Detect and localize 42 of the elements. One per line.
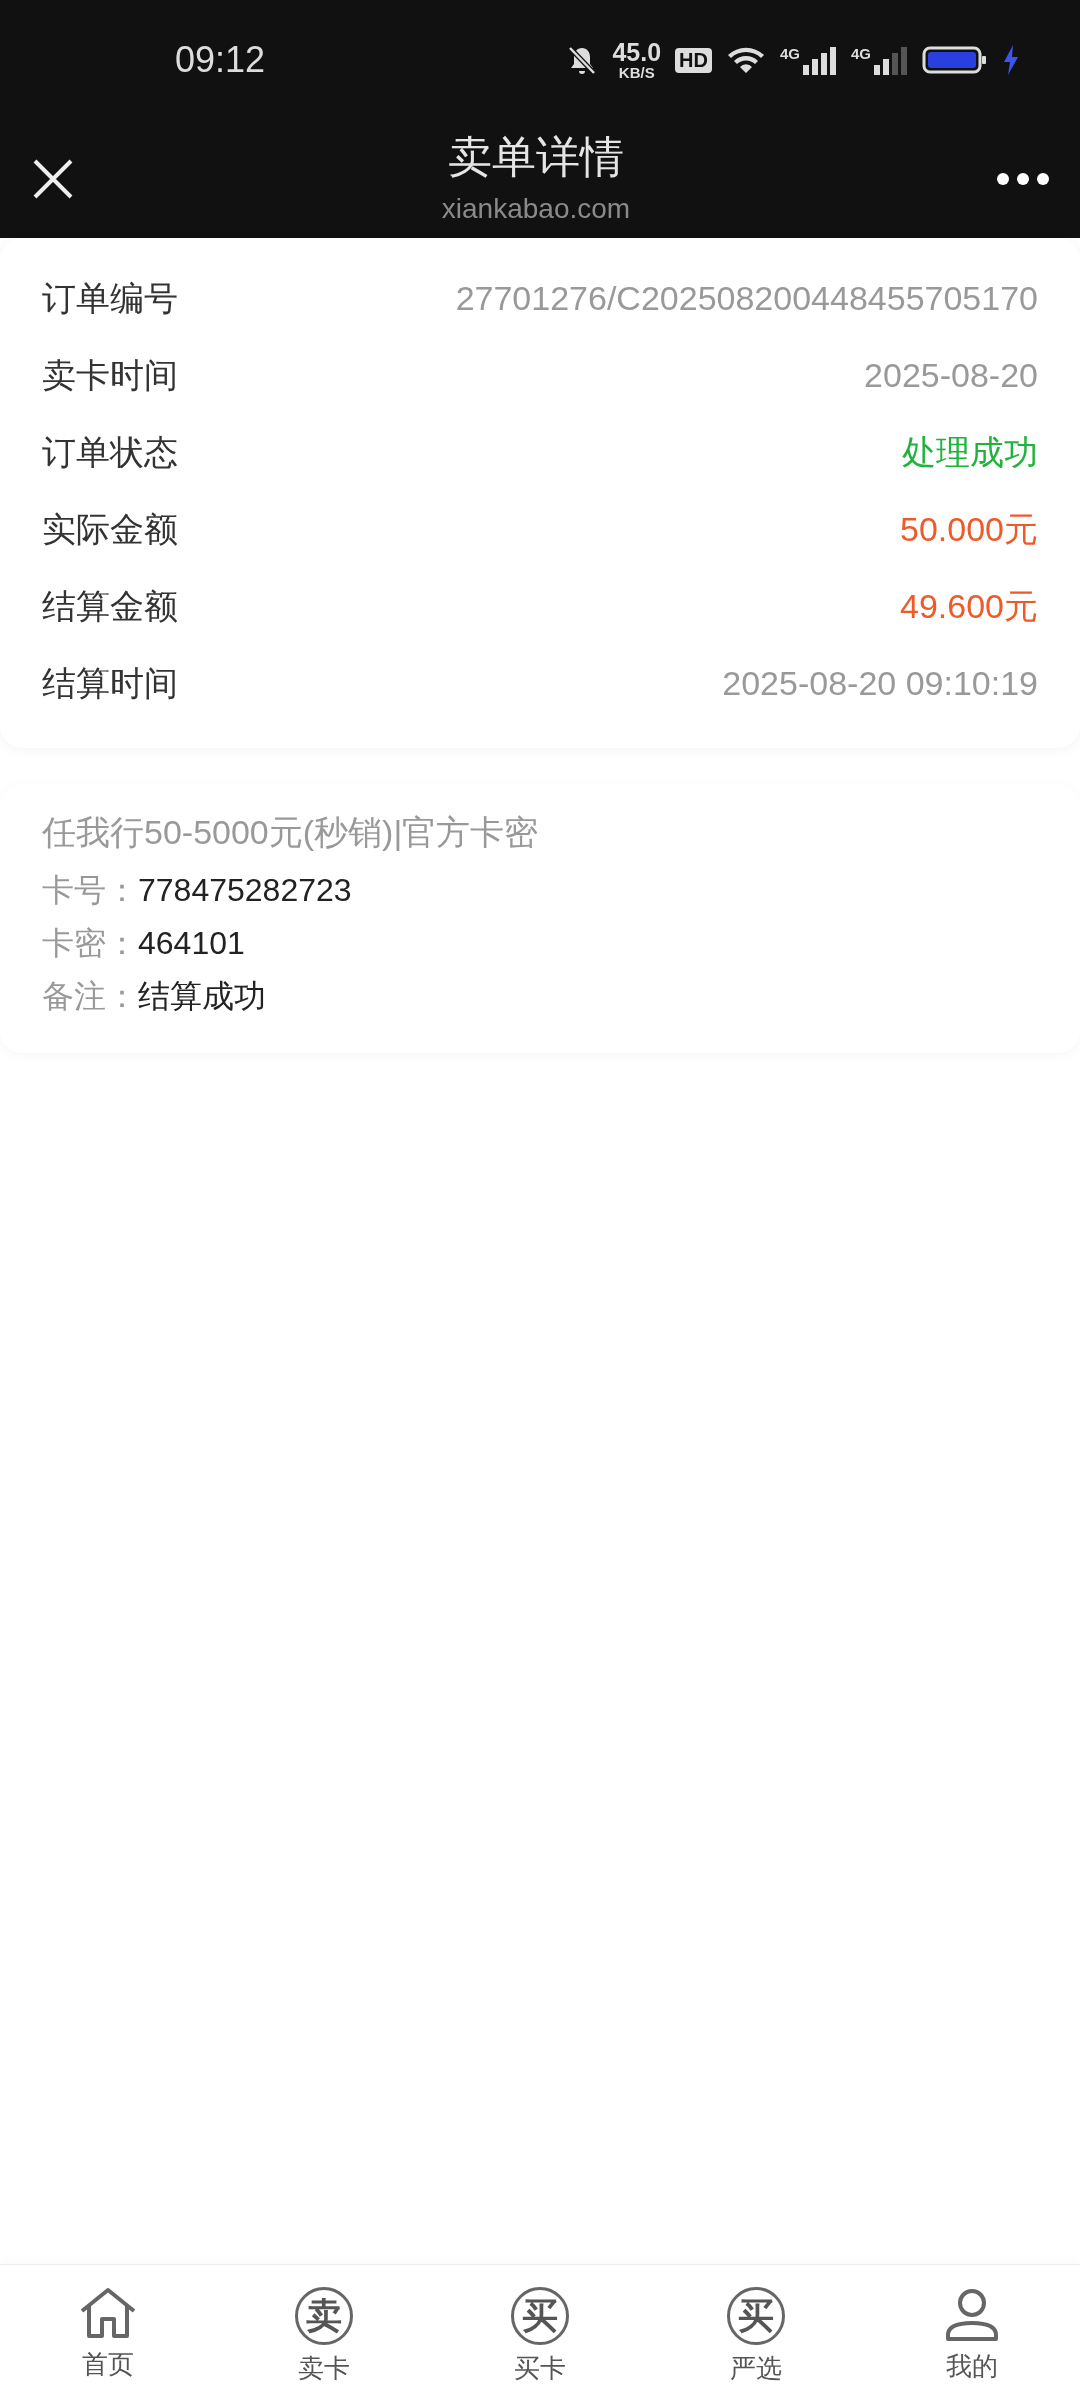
page-title: 卖单详情 [448,130,624,183]
user-icon [944,2287,1000,2343]
sell-badge-icon: 买 [511,2287,569,2345]
detail-value: 49.600元 [900,585,1038,627]
hd-badge: HD [675,47,712,73]
field-value: 464101 [138,924,245,963]
field-label: 备注： [42,977,138,1016]
detail-value: 2025-08-20 09:10:19 [722,664,1038,703]
signal-icon [874,45,908,75]
signal-icon [803,45,837,75]
detail-label: 卖卡时间 [42,354,178,396]
detail-label: 结算金额 [42,585,178,627]
network-speed: 45.0 [612,40,662,65]
status-time: 09:12 [175,39,266,81]
more-icon[interactable] [996,172,1050,186]
home-icon [78,2287,138,2341]
detail-value: 27701276/C202508200448455705170 [455,279,1038,318]
nav-tab[interactable]: 买 严选 [648,2265,864,2400]
nav-tab[interactable]: 首页 [0,2265,216,2400]
field-value: 778475282723 [138,871,352,910]
nav-tab[interactable]: 卖 卖卡 [216,2265,432,2400]
detail-value: 2025-08-20 [864,356,1038,395]
nav-tab[interactable]: 买 买卡 [432,2265,648,2400]
detail-label: 实际金额 [42,508,178,550]
product-title: 任我行50-5000元(秒销)|官方卡密 [42,812,540,853]
field-value: 结算成功 [138,977,266,1016]
battery-icon [922,44,988,76]
detail-value: 处理成功 [902,431,1038,473]
speed-unit: KB/S [618,65,655,80]
site-domain: xiankabao.com [441,192,631,225]
detail-value: 50.000元 [900,508,1038,550]
sell-badge-icon: 买 [727,2287,785,2345]
charging-icon [1002,44,1020,76]
detail-label: 订单编号 [42,277,178,319]
sell-badge-icon: 卖 [295,2287,353,2345]
network-type: 4G [779,45,800,62]
field-label: 卡号： [42,871,138,910]
detail-label: 结算时间 [42,662,178,704]
network-type: 4G [851,45,871,62]
nav-tab[interactable]: 我的 [864,2265,1080,2400]
detail-label: 订单状态 [42,431,178,473]
field-label: 卡密： [42,924,138,963]
